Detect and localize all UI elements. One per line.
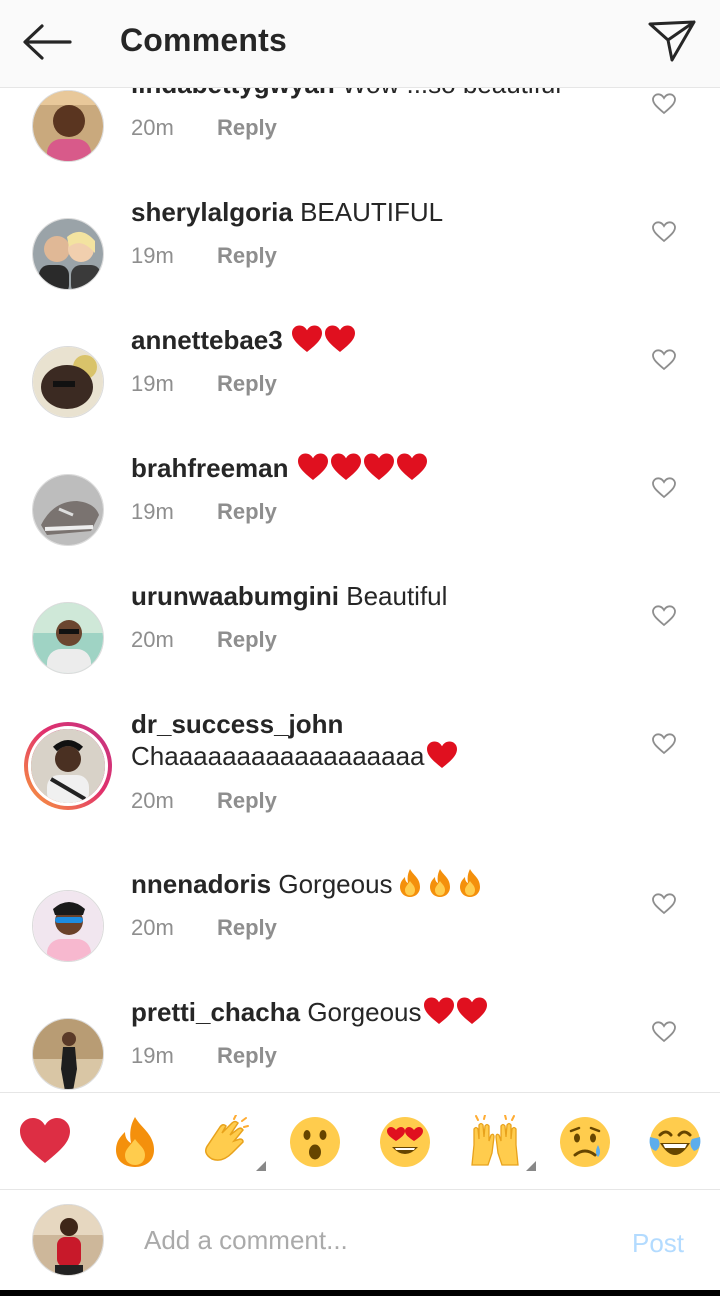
like-heart-icon[interactable] bbox=[652, 349, 676, 371]
comments-screen: Comments lindabettygwyan Wow ...so beaut… bbox=[0, 0, 720, 1296]
like-heart-icon[interactable] bbox=[652, 221, 676, 243]
comment-row: annettebae3 19m Reply bbox=[0, 324, 720, 452]
comment-time: 20m bbox=[131, 115, 174, 140]
reply-button[interactable]: Reply bbox=[217, 915, 277, 940]
red-heart-emoji bbox=[324, 325, 355, 352]
system-nav-strip bbox=[0, 1290, 720, 1296]
red-heart-icon[interactable] bbox=[18, 1115, 72, 1169]
emoji-quick-bar bbox=[0, 1092, 720, 1190]
top-bar: Comments bbox=[0, 0, 720, 88]
comment-text: Chaaaaaaaaaaaaaaaaaa bbox=[131, 741, 425, 771]
heart-emojis bbox=[422, 997, 488, 1027]
fire-icon[interactable] bbox=[108, 1115, 162, 1169]
avatar[interactable] bbox=[32, 474, 104, 546]
like-heart-icon[interactable] bbox=[652, 733, 676, 755]
comment-text: Wow ...so beautiful bbox=[342, 88, 561, 99]
like-heart-icon[interactable] bbox=[652, 93, 676, 115]
comment-input[interactable] bbox=[144, 1220, 604, 1260]
comment-time: 20m bbox=[131, 627, 174, 652]
avatar[interactable] bbox=[32, 890, 104, 962]
sad-tear-face-icon[interactable] bbox=[558, 1115, 612, 1169]
current-user-avatar bbox=[32, 1204, 104, 1276]
comment-username[interactable]: nnenadoris bbox=[131, 869, 271, 899]
like-heart-icon[interactable] bbox=[652, 893, 676, 915]
comment-time: 20m bbox=[131, 915, 174, 940]
reply-button[interactable]: Reply bbox=[217, 115, 277, 140]
page-title: Comments bbox=[120, 22, 287, 58]
heart-emojis bbox=[296, 453, 428, 483]
comment-text: Gorgeous bbox=[278, 869, 393, 899]
clapping-hands-icon[interactable] bbox=[198, 1114, 266, 1171]
avatar[interactable] bbox=[32, 90, 104, 162]
red-heart-emoji bbox=[423, 997, 454, 1024]
heart-emojis bbox=[425, 741, 458, 771]
reply-button[interactable]: Reply bbox=[217, 371, 277, 396]
comment-time: 20m bbox=[131, 788, 174, 813]
avatar-with-story-ring[interactable] bbox=[24, 722, 112, 810]
raising-hands-icon[interactable] bbox=[468, 1114, 536, 1171]
comment-username[interactable]: brahfreeman bbox=[131, 453, 289, 483]
fire-emoji bbox=[399, 869, 420, 897]
comment-time: 19m bbox=[131, 371, 174, 396]
like-heart-icon[interactable] bbox=[652, 1021, 676, 1043]
comment-username[interactable]: lindabettygwyan bbox=[131, 88, 335, 99]
comment-username[interactable]: dr_success_john bbox=[131, 709, 343, 739]
comment-username[interactable]: annettebae3 bbox=[131, 325, 283, 355]
comment-row: nnenadoris Gorgeous 20m Reply bbox=[0, 868, 720, 996]
fire-emoji bbox=[459, 869, 480, 897]
red-heart-emoji bbox=[297, 453, 328, 480]
red-heart-emoji bbox=[456, 997, 487, 1024]
comment-row: sherylalgoria BEAUTIFUL 19m Reply bbox=[0, 196, 720, 324]
like-heart-icon[interactable] bbox=[652, 477, 676, 499]
tears-of-joy-face-icon[interactable] bbox=[648, 1115, 702, 1169]
comment-row: dr_success_john Chaaaaaaaaaaaaaaaaaa 20m… bbox=[0, 708, 720, 868]
comment-row: lindabettygwyan Wow ...so beautiful 20m R… bbox=[0, 88, 720, 196]
red-heart-emoji bbox=[330, 453, 361, 480]
reply-button[interactable]: Reply bbox=[217, 788, 277, 813]
reply-button[interactable]: Reply bbox=[217, 243, 277, 268]
heart-emojis bbox=[290, 325, 356, 355]
surprised-face-icon[interactable] bbox=[288, 1115, 342, 1169]
comment-username[interactable]: sherylalgoria bbox=[131, 197, 293, 227]
comment-time: 19m bbox=[131, 243, 174, 268]
like-heart-icon[interactable] bbox=[652, 605, 676, 627]
comment-row: brahfreeman 19m Reply bbox=[0, 452, 720, 580]
avatar[interactable] bbox=[32, 346, 104, 418]
comment-username[interactable]: urunwaabumgini bbox=[131, 581, 339, 611]
avatar[interactable] bbox=[32, 218, 104, 290]
reply-button[interactable]: Reply bbox=[217, 499, 277, 524]
comment-list[interactable]: lindabettygwyan Wow ...so beautiful 20m R… bbox=[0, 88, 720, 1092]
back-arrow-icon[interactable] bbox=[20, 20, 74, 64]
comment-row: urunwaabumgini Beautiful 20m Reply bbox=[0, 580, 720, 708]
avatar[interactable] bbox=[32, 602, 104, 674]
fire-emojis bbox=[393, 869, 483, 899]
comment-time: 19m bbox=[131, 499, 174, 524]
comment-time: 19m bbox=[131, 1043, 174, 1068]
red-heart-emoji bbox=[396, 453, 427, 480]
red-heart-emoji bbox=[291, 325, 322, 352]
reply-button[interactable]: Reply bbox=[217, 1043, 277, 1068]
comment-composer: Post bbox=[0, 1190, 720, 1290]
comment-text: Beautiful bbox=[346, 581, 448, 611]
comment-text: BEAUTIFUL bbox=[300, 197, 444, 227]
comment-row: pretti_chacha Gorgeous 19m Reply bbox=[0, 996, 720, 1092]
comment-text: Gorgeous bbox=[307, 997, 422, 1027]
comment-username[interactable]: pretti_chacha bbox=[131, 997, 300, 1027]
heart-eyes-face-icon[interactable] bbox=[378, 1115, 432, 1169]
direct-send-icon[interactable] bbox=[644, 16, 700, 68]
post-button[interactable]: Post bbox=[632, 1228, 684, 1259]
fire-emoji bbox=[429, 869, 450, 897]
red-heart-emoji bbox=[363, 453, 394, 480]
avatar[interactable] bbox=[32, 1018, 104, 1090]
red-heart-emoji bbox=[426, 741, 457, 768]
reply-button[interactable]: Reply bbox=[217, 627, 277, 652]
